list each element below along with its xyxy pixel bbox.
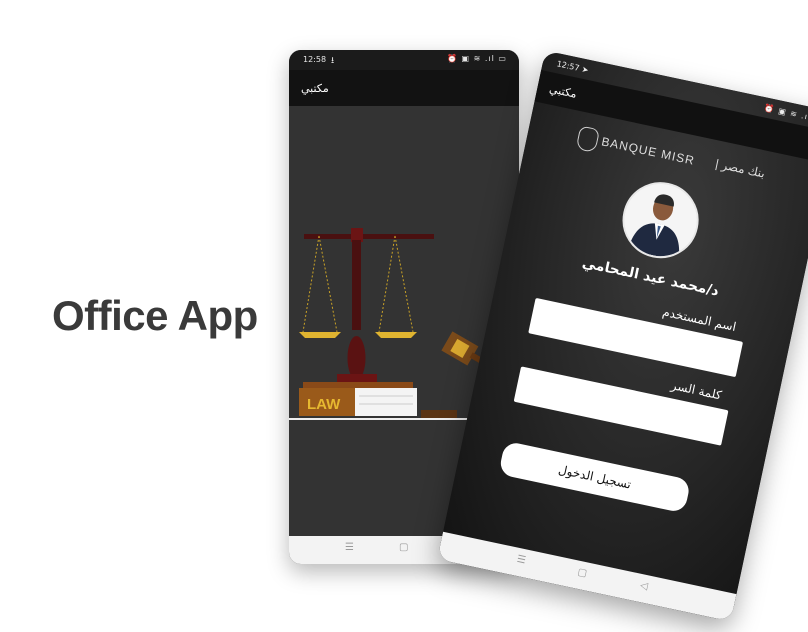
menu-nav-button[interactable]: ☰ <box>516 554 527 567</box>
scale-pan-left-icon <box>299 332 341 338</box>
home-nav-button[interactable]: ▢ <box>399 542 408 553</box>
download-icon: ⭳ <box>331 56 335 66</box>
back-nav-button[interactable]: ◁ <box>639 580 649 592</box>
home-nav-button[interactable]: ▢ <box>576 567 588 580</box>
headline: Office App <box>52 292 258 339</box>
bank-crest-icon <box>575 125 601 154</box>
app-bar: مكتبي <box>289 70 519 106</box>
scale-pillar-icon <box>352 240 361 330</box>
menu-nav-button[interactable]: ☰ <box>345 542 354 553</box>
scale-beam-icon <box>304 234 434 239</box>
status-bar: 12:58 ⭳ ⏰ ▣ ≋ .ıl ▭ <box>289 50 519 70</box>
app-title: مكتبي <box>548 82 579 101</box>
status-time: 12:58 <box>303 55 327 64</box>
scale-pan-right-icon <box>375 332 417 338</box>
status-time: 12:57 ➤ <box>555 59 590 75</box>
status-icons: ⏰ ▣ ≋ .ıl ▭ <box>447 54 507 63</box>
book-label: LAW <box>307 396 341 413</box>
app-title: مكتبي <box>301 82 329 95</box>
